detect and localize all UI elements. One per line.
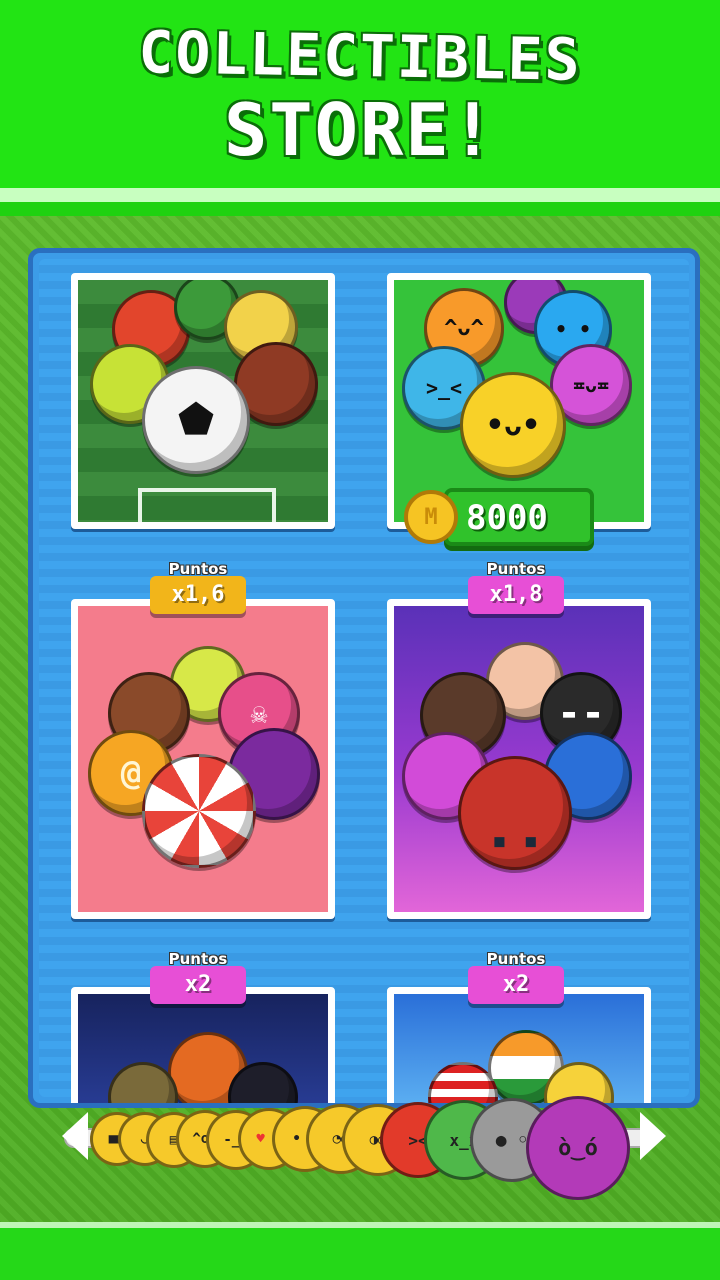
- points-multiplier-badge: Puntos x2: [150, 950, 246, 1004]
- collectible-card-candy[interactable]: ☠ @: [71, 599, 335, 919]
- badge-label: Puntos: [486, 560, 546, 578]
- soccer-ball-pattern: ⬟: [178, 397, 214, 443]
- scroll-left-arrow-icon[interactable]: [62, 1112, 88, 1160]
- points-multiplier-badge: Puntos x1,6: [150, 560, 246, 614]
- badge-label: Puntos: [486, 950, 546, 968]
- soccer-goal-icon: [138, 488, 276, 522]
- points-multiplier-badge: Puntos x1,8: [468, 560, 564, 614]
- red-cap-character-ball-icon: ▪ ▪: [458, 756, 572, 870]
- buy-price-button[interactable]: 8000: [444, 488, 594, 546]
- collectible-card-sports[interactable]: ⬟: [71, 273, 335, 529]
- soccer-ball-icon: ⬟: [142, 366, 250, 474]
- collectible-card-flags[interactable]: [387, 987, 651, 1103]
- red-cap-face: ▪ ▪: [491, 826, 539, 856]
- badge-label: Puntos: [168, 950, 228, 968]
- card-background: ▬ ▬ ▪ ▪: [394, 606, 644, 912]
- card-background: ☠ @: [78, 606, 328, 912]
- coin-icon: M: [404, 490, 458, 544]
- card-background: ⬟: [78, 280, 328, 522]
- store-banner: COLLECTIBLES STORE!: [0, 0, 720, 190]
- card-background: [78, 994, 328, 1103]
- card-background: ^ᴗ^ • • >_< ≖ᴗ≖ •ᴗ•: [394, 280, 644, 522]
- badge-label: Puntos: [168, 560, 228, 578]
- badge-value: x1,6: [171, 582, 225, 607]
- banner-divider: [0, 188, 720, 202]
- smiling-emoji-ball-icon: •ᴗ•: [460, 372, 566, 478]
- badge-value: x2: [184, 972, 212, 997]
- peppermint-ball-icon: [142, 754, 256, 868]
- banner-title-line1: COLLECTIBLES: [137, 18, 583, 94]
- banner-title-line2: STORE!: [223, 88, 497, 172]
- store-frame[interactable]: ⬟ ^ᴗ^ • • >_< ≖ᴗ≖ •ᴗ• ☠ @ ▬ ▬ ▪ ▪: [28, 248, 700, 1108]
- devil-purple-emoji-icon[interactable]: ò‿ó: [526, 1096, 630, 1200]
- banner-divider-lower: [0, 202, 720, 216]
- points-multiplier-badge: Puntos x2: [468, 950, 564, 1004]
- price-amount: 8000: [466, 498, 548, 538]
- collectible-card-characters[interactable]: ▬ ▬ ▪ ▪: [387, 599, 651, 919]
- bottom-bar: [0, 1228, 720, 1280]
- badge-value: x1,8: [489, 582, 543, 607]
- scroll-right-arrow-icon[interactable]: [640, 1112, 666, 1160]
- smiling-face: •ᴗ•: [485, 407, 541, 443]
- card-background: [394, 994, 644, 1103]
- collectible-card-space[interactable]: [71, 987, 335, 1103]
- badge-value: x2: [502, 972, 530, 997]
